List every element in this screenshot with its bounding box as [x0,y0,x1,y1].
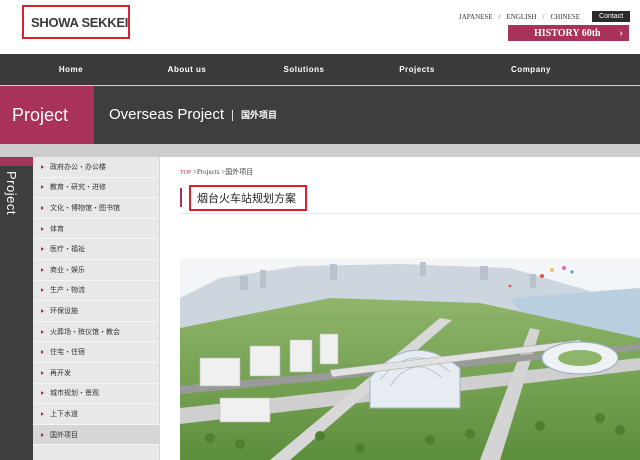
sidebar-item-culture[interactable]: 文化・博物馆・图书馆 [33,198,159,219]
sidebar-item-education[interactable]: 教育・研究・进修 [33,178,159,199]
triangle-bullet-icon [41,391,44,396]
lang-separator: / [542,12,545,21]
page-title: 烟台火车站规划方案 [189,185,307,211]
sidebar-item-label: 火葬场・殡仪馆・教会 [50,328,120,336]
title-accent-bar [180,188,182,207]
sidebar-item-crematorium[interactable]: 火葬场・殡仪馆・教会 [33,322,159,343]
sidebar-item-environment[interactable]: 环保设施 [33,301,159,322]
nav-company[interactable]: Company [511,54,551,85]
lang-separator: / [498,12,501,21]
nav-about-us[interactable]: About us [168,54,207,85]
history-label: HISTORY 60th [534,27,601,39]
triangle-bullet-icon [41,288,44,293]
triangle-bullet-icon [41,185,44,190]
triangle-bullet-icon [41,432,44,437]
contact-button[interactable]: Contact [592,11,631,22]
logo-text: SHOWA SEKKEI [31,14,129,30]
sidebar-item-label: 住宅・住宿 [50,349,85,357]
sidebar-item-label: 文化・博物馆・图书馆 [50,204,120,212]
triangle-bullet-icon [41,164,44,169]
sidebar-item-medical[interactable]: 医疗・福祉 [33,239,159,260]
vertical-section-tab: Project [0,157,33,460]
sidebar-item-water-sewage[interactable]: 上下水道 [33,404,159,425]
triangle-bullet-icon [41,205,44,210]
triangle-bullet-icon [41,370,44,375]
breadcrumb-projects[interactable]: Projects [197,168,220,176]
triangle-bullet-icon [41,350,44,355]
station-rendering-image [180,258,640,460]
sidebar-item-label: 生产・物流 [50,287,85,295]
sidebar-item-commercial[interactable]: 商业・娱乐 [33,260,159,281]
sidebar-item-urban-planning[interactable]: 城市规划・景观 [33,384,159,405]
sidebar-item-overseas[interactable]: 国外项目 [33,424,159,446]
logo[interactable]: SHOWA SEKKEI [22,5,130,39]
lang-english[interactable]: ENGLISH [507,13,537,21]
sidebar-item-government-office[interactable]: 政府办公・办公楼 [33,157,159,178]
sidebar-item-redevelopment[interactable]: 再开发 [33,363,159,384]
chevron-right-icon: › [619,27,623,39]
nav-home[interactable]: Home [59,54,83,85]
vertical-tab-accent [0,157,33,166]
history-60th-button[interactable]: HISTORY 60th › [508,25,629,41]
banner-tab: Project [0,86,94,144]
main-nav: Home About us Solutions Projects Company [0,54,640,85]
breadcrumb-current: 国外项目 [225,168,254,176]
title-rule [180,213,640,214]
lang-chinese[interactable]: CHINESE [550,13,580,21]
triangle-bullet-icon [41,267,44,272]
sidebar-item-sports[interactable]: 体育 [33,219,159,240]
banner-gap [0,144,640,157]
sidebar-item-label: 政府办公・办公楼 [50,163,106,171]
language-switcher: JAPANESE / ENGLISH / CHINESE Contact [459,11,631,22]
sidebar-item-label: 体育 [50,225,64,233]
sidebar-menu: 政府办公・办公楼 教育・研究・进修 文化・博物馆・图书馆 体育 医疗・福祉 商业… [33,157,160,460]
sidebar-item-label: 教育・研究・进修 [50,184,106,192]
vertical-tab-label: Project [4,171,19,215]
page-banner: Project Overseas Project 国外项目 [0,86,640,144]
sidebar-item-label: 商业・娱乐 [50,266,85,274]
nav-solutions[interactable]: Solutions [284,54,325,85]
triangle-bullet-icon [41,329,44,334]
banner-divider [232,109,234,121]
triangle-bullet-icon [41,226,44,231]
lang-japanese[interactable]: JAPANESE [459,13,493,21]
sidebar-item-label: 环保设施 [50,307,78,315]
nav-projects[interactable]: Projects [399,54,435,85]
sidebar-item-housing[interactable]: 住宅・住宿 [33,342,159,363]
triangle-bullet-icon [41,411,44,416]
sidebar-item-production[interactable]: 生产・物流 [33,281,159,302]
breadcrumb-top[interactable]: TOP [180,170,191,176]
breadcrumb: TOP >Projects >国外项目 [180,167,253,177]
sidebar-item-label: 医疗・福祉 [50,246,85,254]
banner-subtitle: 国外项目 [241,110,278,121]
sidebar-item-label: 城市规划・景观 [50,390,99,398]
triangle-bullet-icon [41,247,44,252]
banner-title: Overseas Project 国外项目 [109,86,277,144]
banner-title-text: Overseas Project [109,106,225,123]
triangle-bullet-icon [41,308,44,313]
sidebar-item-label: 再开发 [50,369,71,377]
sidebar-item-label: 上下水道 [50,410,78,418]
sidebar-item-label: 国外项目 [50,431,78,439]
